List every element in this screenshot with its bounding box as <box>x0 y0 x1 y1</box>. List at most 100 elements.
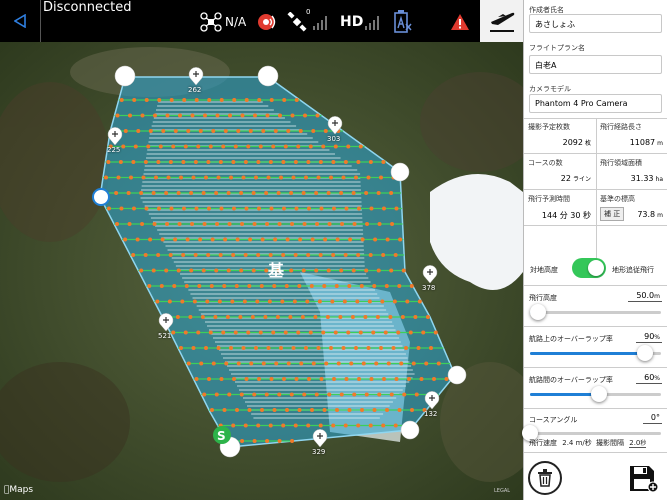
photo-point <box>215 113 220 118</box>
warning-button[interactable] <box>450 10 470 34</box>
photo-point <box>231 206 236 211</box>
photo-point <box>168 253 173 257</box>
photo-point <box>257 98 262 102</box>
slider-knob[interactable] <box>529 304 546 320</box>
photo-point <box>274 361 279 366</box>
photo-point <box>242 299 247 304</box>
camera-model-field[interactable]: Phantom 4 Pro Camera <box>529 94 662 113</box>
aircraft-value: N/A <box>225 15 247 29</box>
photo-point <box>178 113 182 118</box>
photo-point <box>390 222 395 226</box>
photo-point <box>241 175 246 180</box>
photo-point <box>201 191 206 195</box>
photo-point <box>389 392 394 397</box>
photo-point <box>433 330 438 335</box>
photo-point <box>139 191 144 195</box>
plan-name-field[interactable]: 白老A <box>529 55 662 74</box>
toggle-knob <box>588 260 604 276</box>
slider-knob[interactable] <box>591 386 608 402</box>
photo-point <box>221 144 226 149</box>
interval-value-field[interactable]: 2.0秒 <box>629 439 647 448</box>
front-overlap-value-field[interactable]: 90% <box>636 332 662 343</box>
photo-point <box>173 237 178 242</box>
vertex-handle[interactable] <box>114 65 136 87</box>
photo-point <box>279 175 283 180</box>
side-overlap-slider[interactable] <box>530 386 661 402</box>
photo-point <box>196 144 201 149</box>
altitude-slider[interactable] <box>529 304 661 320</box>
front-overlap-slider[interactable] <box>530 345 661 361</box>
speed-value[interactable]: 2.4 m/秒 <box>562 439 592 447</box>
slider-knob[interactable] <box>637 345 654 361</box>
photo-point <box>201 268 206 273</box>
photo-point <box>146 144 151 149</box>
toggle-right-label: 地形追従飛行 <box>612 266 654 274</box>
satellite-map[interactable]: 基 S <box>0 42 523 500</box>
map-view[interactable]: 基 S 262 225 303 378 521 132 329 Maps LEGAL <box>0 42 523 500</box>
course-angle-slider[interactable] <box>522 425 661 441</box>
photo-point <box>416 346 421 350</box>
photo-point <box>229 346 233 350</box>
terrain-follow-toggle[interactable] <box>572 258 606 278</box>
photo-point <box>331 423 336 428</box>
photo-point <box>282 98 287 102</box>
photo-point <box>233 144 238 149</box>
author-field[interactable]: あさしょふ <box>529 14 662 33</box>
photo-point <box>383 330 388 335</box>
side-overlap-value-field[interactable]: 60% <box>636 373 662 384</box>
delete-button[interactable] <box>528 461 562 495</box>
photo-point <box>181 253 186 257</box>
photo-point <box>264 191 269 195</box>
photo-point <box>227 222 232 226</box>
area-unit: ha <box>655 176 663 183</box>
photo-point <box>151 191 156 195</box>
photo-point <box>236 129 241 133</box>
photo-point <box>249 361 254 366</box>
photo-point <box>106 206 111 211</box>
course-angle-value-field[interactable]: 0° <box>642 413 662 424</box>
photo-point <box>266 175 271 180</box>
photo-point <box>280 299 285 304</box>
photo-point <box>191 175 196 180</box>
photo-point <box>336 361 341 366</box>
vertex-handle[interactable] <box>257 65 279 87</box>
area-label: 飛行領域面積 <box>600 159 642 167</box>
photo-point <box>206 253 211 257</box>
battery-status <box>392 10 412 34</box>
altitude-value-field[interactable]: 50.0m <box>628 291 662 302</box>
photo-point <box>160 237 165 242</box>
vertex-handle-selected[interactable] <box>92 188 110 206</box>
photo-point <box>198 237 203 242</box>
photo-point <box>356 206 361 211</box>
photo-point <box>364 191 369 195</box>
gps-status: 0 <box>287 8 329 34</box>
photo-point <box>294 377 299 381</box>
photo-point <box>202 392 207 397</box>
legal-link[interactable]: LEGAL <box>494 488 510 494</box>
vertex-handle[interactable] <box>447 365 467 385</box>
photo-point <box>376 268 381 273</box>
photo-point <box>171 330 176 335</box>
interval-label: 撮影間隔 <box>596 439 625 447</box>
photo-point <box>197 284 202 288</box>
save-button[interactable] <box>628 463 660 495</box>
photo-point <box>235 408 239 412</box>
photo-point <box>252 439 257 443</box>
photo-point <box>436 361 441 366</box>
back-button[interactable] <box>0 0 40 42</box>
takeoff-button[interactable] <box>480 0 523 42</box>
flight-time-stat: 飛行予測時間 144 分 30 秒 <box>524 190 596 226</box>
photo-point <box>202 222 207 226</box>
vertex-handle[interactable] <box>390 162 410 182</box>
vertex-handle[interactable] <box>400 420 420 440</box>
photo-point <box>190 113 195 118</box>
photo-point <box>140 113 145 118</box>
photo-point <box>302 222 307 226</box>
photo-point <box>308 144 313 149</box>
photo-point <box>256 160 261 164</box>
photo-point <box>271 144 276 149</box>
photo-point <box>313 315 318 319</box>
correct-button[interactable]: 補 正 <box>600 207 625 221</box>
photo-point <box>268 160 273 164</box>
photo-point <box>257 377 261 381</box>
